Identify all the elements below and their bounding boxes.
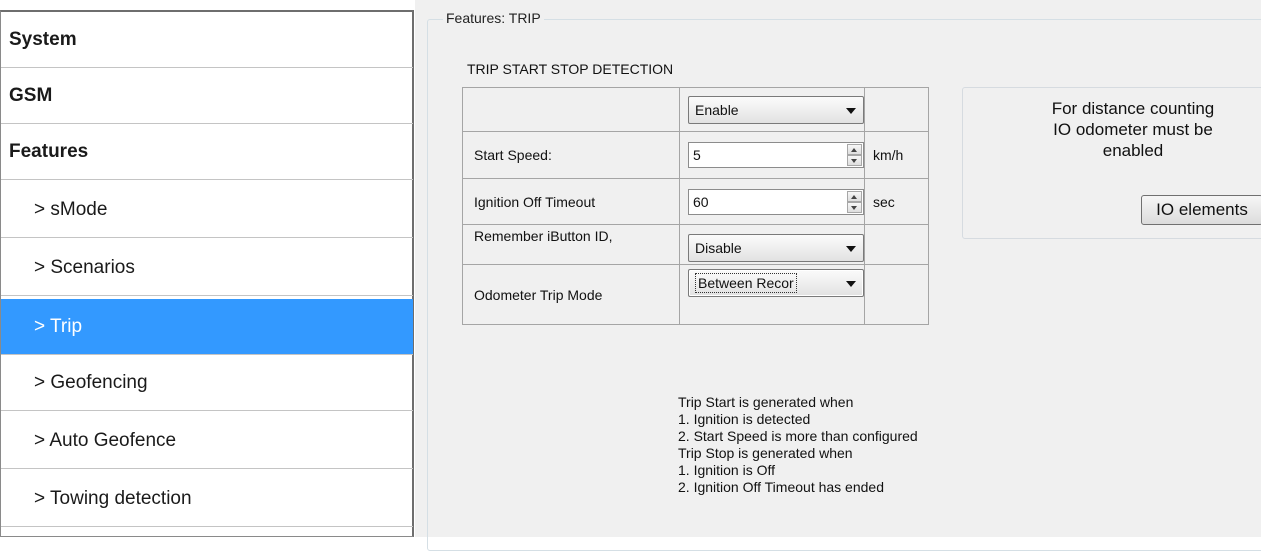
sidebar-item-towing-detection[interactable]: > Towing detection [1,471,413,527]
sidebar-item-system[interactable]: System [1,12,413,68]
sidebar-item-features[interactable]: Features [1,124,413,180]
sidebar-item-label: > Towing detection [34,487,192,509]
info-line: For distance counting [1051,99,1215,118]
note-line: Trip Start is generated when [678,394,854,410]
note-line: 1. Ignition is detected [678,411,811,427]
chevron-down-icon [846,107,856,114]
select-value: Enable [695,101,739,118]
table-cell: Disable [679,224,865,265]
group-title: Features: TRIP [443,10,544,26]
sidebar-item-gsm[interactable]: GSM [1,68,413,124]
sidebar-item-geofencing[interactable]: > Geofencing [1,355,413,411]
odometer-mode-select[interactable]: Between Recor [688,269,864,297]
stepper-value: 5 [693,147,701,163]
sidebar-item-label: System [9,28,77,50]
table-cell-empty [462,87,680,132]
remember-ibutton-label: Remember iButton ID, [462,224,680,265]
sidebar-nav: System GSM Features > sMode > Scenarios … [0,10,414,537]
trip-settings-table: Enable Start Speed: 5 km/h Ignition Off … [462,87,929,325]
odometer-mode-label: Odometer Trip Mode [462,264,680,325]
note-line: 1. Ignition is Off [678,462,776,478]
sidebar-item-label: > Trip [34,315,83,337]
sidebar-item-scenarios[interactable]: > Scenarios [1,240,413,296]
info-line: enabled [1102,141,1164,160]
stepper-value: 60 [693,193,709,210]
table-cell-empty [864,224,929,265]
table-cell: 60 [679,178,865,225]
chevron-down-icon [846,281,856,287]
trip-mode-select[interactable]: Enable [688,95,864,124]
table-cell-empty [864,87,929,132]
ignition-timeout-stepper[interactable]: 60 [688,188,864,215]
sidebar-item-auto-geofence[interactable]: > Auto Geofence [1,413,413,469]
stepper-down-icon[interactable] [847,201,862,213]
sidebar-item-smode[interactable]: > sMode [1,182,413,238]
section-title: TRIP START STOP DETECTION [467,61,674,77]
table-cell-empty [864,264,929,325]
sidebar-item-label: Features [9,140,89,162]
select-value: Between Recor [695,273,797,293]
odometer-info-text: For distance counting IO odometer must b… [963,98,1261,161]
note-line: Trip Stop is generated when [678,445,853,461]
sidebar-item-label: GSM [9,84,53,106]
remember-ibutton-select[interactable]: Disable [688,234,864,262]
chevron-down-icon [846,246,856,252]
trip-notes: Trip Start is generated when 1. Ignition… [678,394,918,496]
table-row: Enable [462,87,929,132]
info-line: IO odometer must be [1053,120,1213,139]
start-speed-unit: km/h [864,131,929,179]
table-cell: Between Recor [679,264,865,325]
table-row: Ignition Off Timeout 60 sec [462,178,929,225]
sidebar-item-label: > sMode [34,198,108,220]
table-cell: Enable [679,87,865,132]
table-cell: 5 [679,131,865,179]
table-row: Odometer Trip Mode Between Recor [462,264,929,325]
select-value: Disable [695,240,742,256]
sidebar-item-label: > Geofencing [34,371,148,393]
odometer-info-box: For distance counting IO odometer must b… [962,87,1261,239]
table-row: Start Speed: 5 km/h [462,131,929,179]
ignition-timeout-unit: sec [864,178,929,225]
stepper-up-icon[interactable] [847,190,862,202]
note-line: 2. Start Speed is more than configured [678,428,918,444]
table-row: Remember iButton ID, Disable [462,224,929,265]
io-elements-button[interactable]: IO elements [1141,195,1261,225]
note-line: 2. Ignition Off Timeout has ended [678,479,884,495]
stepper-down-icon[interactable] [847,155,862,166]
sidebar-item-label: > Auto Geofence [34,429,177,451]
sidebar-item-label: > Scenarios [34,256,135,278]
start-speed-label: Start Speed: [462,131,680,179]
content-panel: Features: TRIP TRIP START STOP DETECTION… [415,0,1261,551]
stepper-up-icon[interactable] [847,144,862,155]
ignition-timeout-label: Ignition Off Timeout [462,178,680,225]
start-speed-stepper[interactable]: 5 [688,142,864,168]
sidebar-item-trip[interactable]: > Trip [1,299,413,355]
